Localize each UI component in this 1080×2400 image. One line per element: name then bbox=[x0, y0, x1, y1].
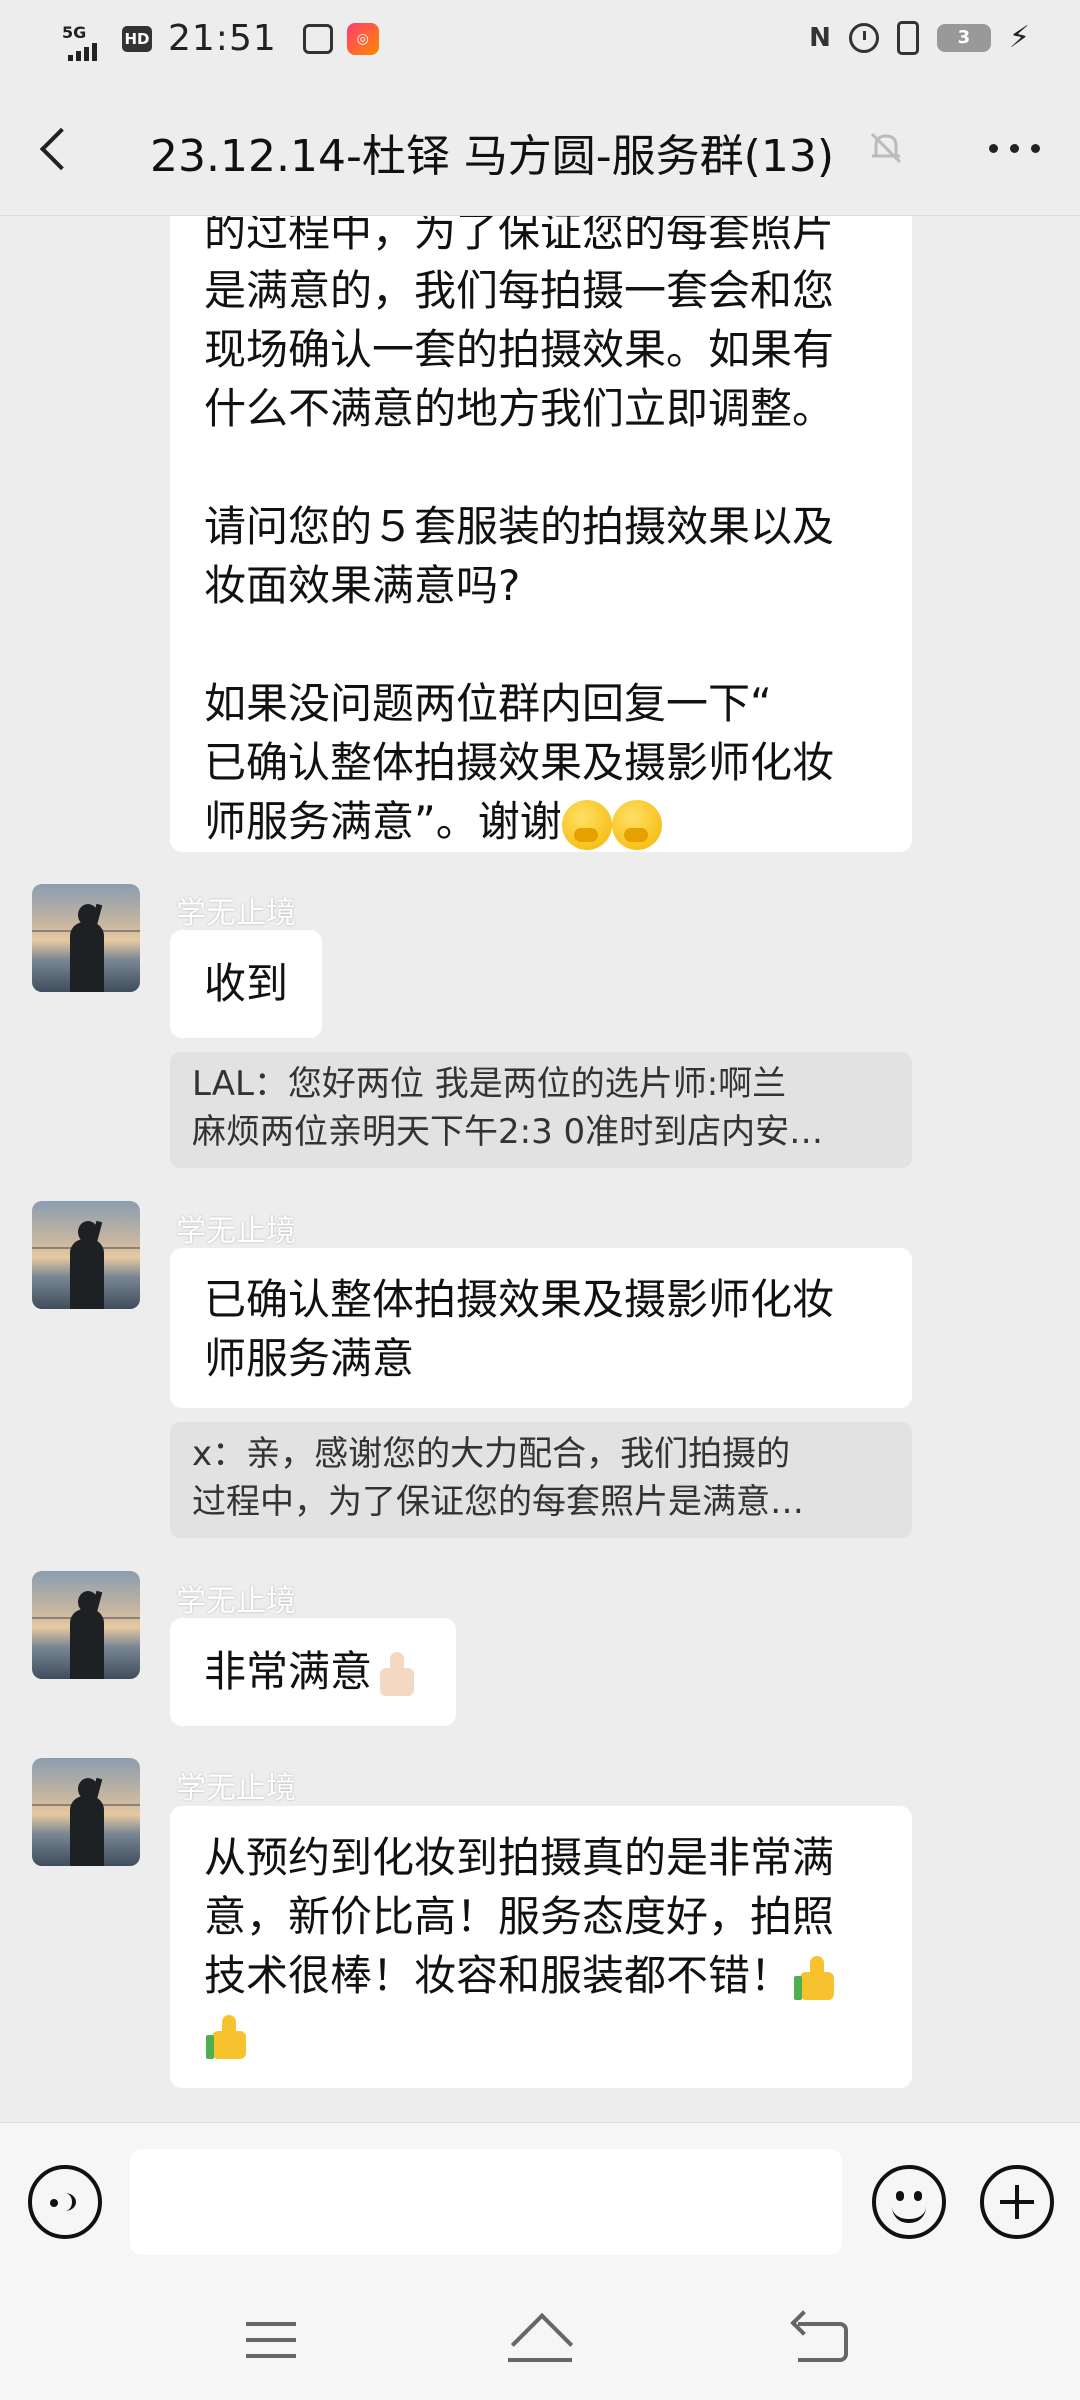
chat-title: 23.12.14-杜铎 马方圆-服务群(13) bbox=[150, 131, 834, 182]
charging-icon: ⚡ bbox=[1008, 20, 1030, 55]
clock: 21:51 bbox=[168, 18, 277, 59]
vibrate-icon bbox=[896, 20, 919, 55]
message-text: 非常满意 bbox=[204, 1647, 373, 1696]
message-bubble[interactable]: 从预约到化妆到拍摄真的是非常满 意，新价比高！服务态度好，拍照 技术很棒！妆容和… bbox=[170, 1806, 912, 2088]
sender-name: 学无止境 bbox=[176, 1214, 296, 1249]
back-nav-icon[interactable] bbox=[798, 2322, 848, 2362]
hd-icon: HD bbox=[122, 25, 152, 52]
quote-line: LAL：您好两位 我是两位的选片师:啊兰 bbox=[192, 1064, 787, 1104]
network-type: 5G bbox=[62, 22, 87, 42]
battery-icon: 3 bbox=[936, 23, 991, 52]
avatar[interactable] bbox=[32, 1571, 140, 1679]
sender-name: 学无止境 bbox=[176, 896, 296, 931]
status-bar: 5G HD 21:51 ◎ N 3 ⚡ bbox=[0, 0, 1080, 82]
message-bubble[interactable]: 的过程中，为了保证您的每套照片 是满意的，我们每拍摄一套会和您 现场确认一套的拍… bbox=[170, 216, 912, 852]
message-bubble[interactable]: 收到 bbox=[170, 930, 323, 1038]
smirk-emoji-icon bbox=[561, 799, 612, 850]
quote-line: x：亲，感谢您的大力配合，我们拍摄的 bbox=[192, 1434, 791, 1474]
message-input[interactable] bbox=[130, 2149, 842, 2255]
app-notification-icon bbox=[302, 23, 333, 54]
system-nav-bar bbox=[0, 2278, 1080, 2400]
message-bubble[interactable]: 已确认整体拍摄效果及摄影师化妆 师服务满意 bbox=[170, 1248, 912, 1408]
nfc-icon: N bbox=[809, 22, 831, 53]
message-line: 意，新价比高！服务态度好，拍照 bbox=[204, 1892, 835, 1941]
message-line: 的过程中，为了保证您的每套照片 bbox=[204, 216, 835, 256]
thumbs-up-icon bbox=[204, 2013, 254, 2063]
message-line: 已确认整体拍摄效果及摄影师化妆 bbox=[204, 1275, 835, 1324]
quote-line: 过程中，为了保证您的每套照片是满意… bbox=[192, 1482, 804, 1522]
thumbs-up-icon bbox=[792, 1954, 842, 2004]
avatar[interactable] bbox=[32, 1201, 140, 1309]
message-line: 已确认整体拍摄效果及摄影师化妆 bbox=[204, 738, 835, 787]
message-line: 师服务满意”。谢谢 bbox=[204, 797, 562, 846]
alarm-icon bbox=[848, 22, 879, 53]
message-line: 妆面效果满意吗? bbox=[204, 561, 521, 610]
smirk-emoji-icon bbox=[611, 799, 662, 850]
message-line: 什么不满意的地方我们立即调整。 bbox=[204, 384, 835, 433]
back-icon[interactable] bbox=[36, 126, 76, 176]
input-bar bbox=[0, 2122, 1080, 2278]
message-line: 现场确认一套的拍摄效果。如果有 bbox=[204, 325, 835, 374]
avatar[interactable] bbox=[32, 884, 140, 992]
message-line: 从预约到化妆到拍摄真的是非常满 bbox=[204, 1833, 835, 1882]
message-line: 是满意的，我们每拍摄一套会和您 bbox=[204, 266, 835, 315]
message-line: 请问您的５套服装的拍摄效果以及 bbox=[204, 502, 835, 551]
thumbs-up-icon bbox=[372, 1650, 422, 1700]
sender-name: 学无止境 bbox=[176, 1584, 296, 1619]
quote-line: 麻烦两位亲明天下午2:3 0准时到店内安… bbox=[192, 1112, 824, 1152]
avatar[interactable] bbox=[32, 1758, 140, 1866]
app-notification-icon-2: ◎ bbox=[346, 22, 379, 55]
home-icon[interactable] bbox=[508, 2318, 572, 2362]
emoji-icon[interactable] bbox=[872, 2165, 946, 2239]
message-line: 技术很棒！妆容和服装都不错！ bbox=[204, 1951, 793, 2000]
menu-icon[interactable] bbox=[246, 2322, 296, 2362]
message-text: 收到 bbox=[204, 959, 289, 1008]
quoted-message[interactable]: x：亲，感谢您的大力配合，我们拍摄的 过程中，为了保证您的每套照片是满意… bbox=[170, 1422, 912, 1538]
message-bubble[interactable]: 非常满意 bbox=[170, 1618, 457, 1726]
chat-area: 的过程中，为了保证您的每套照片 是满意的，我们每拍摄一套会和您 现场确认一套的拍… bbox=[0, 216, 1080, 2122]
voice-icon[interactable] bbox=[28, 2165, 102, 2239]
more-dots-icon[interactable] bbox=[989, 144, 1040, 153]
chat-header: 23.12.14-杜铎 马方圆-服务群(13) bbox=[0, 82, 1080, 216]
bell-off-icon bbox=[870, 132, 902, 164]
message-line: 师服务满意 bbox=[204, 1334, 415, 1383]
plus-icon[interactable] bbox=[980, 2165, 1054, 2239]
sender-name: 学无止境 bbox=[176, 1771, 296, 1806]
message-line: 如果没问题两位群内回复一下“ bbox=[204, 679, 772, 728]
signal-icon: 5G bbox=[60, 19, 104, 61]
quoted-message[interactable]: LAL：您好两位 我是两位的选片师:啊兰 麻烦两位亲明天下午2:3 0准时到店内… bbox=[170, 1052, 912, 1168]
